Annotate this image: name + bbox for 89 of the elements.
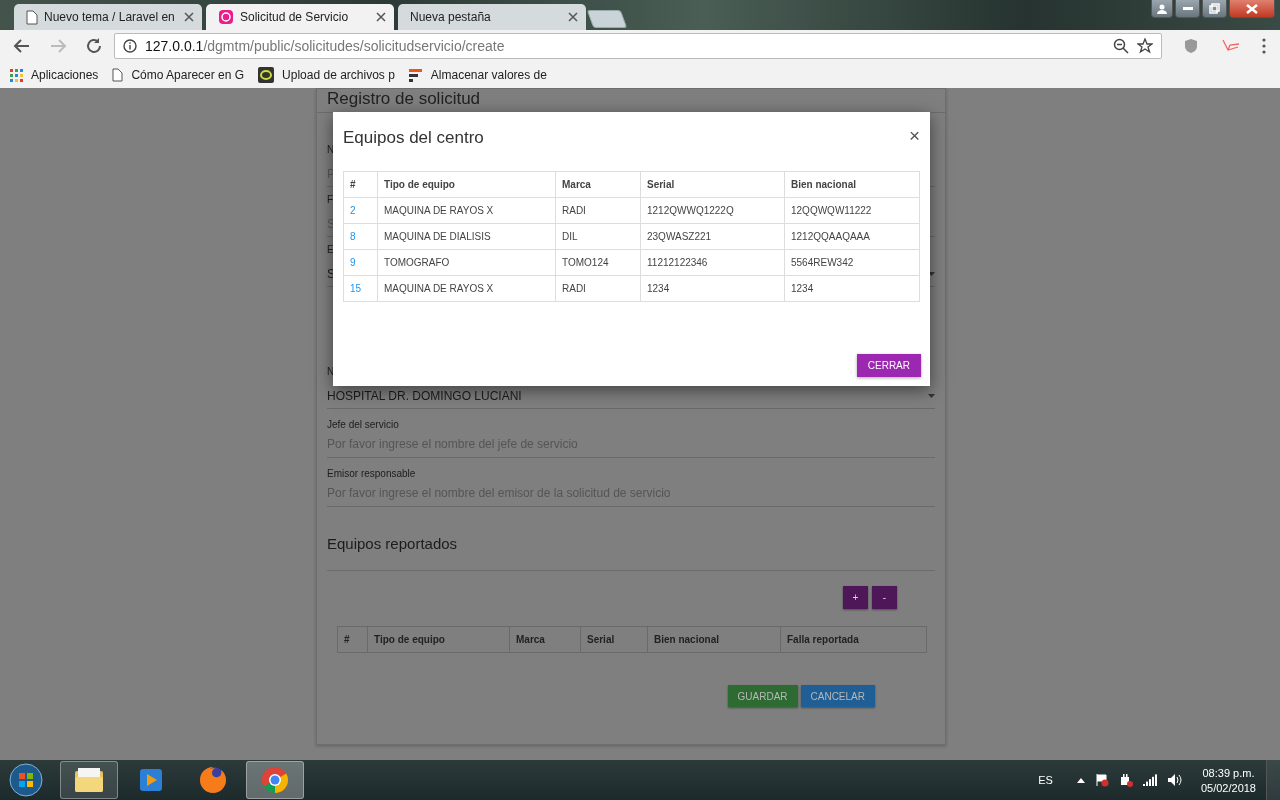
page-icon [26, 9, 38, 25]
start-button[interactable] [6, 761, 46, 799]
form-title: Registro de solicitud [327, 89, 481, 109]
column-header: Tipo de equipo [377, 171, 556, 198]
address-bar[interactable]: 127.0.0.1/dgmtm/public/solicitudes/solicitudservicio/create [114, 33, 1162, 59]
signal-icon[interactable] [1142, 774, 1157, 786]
field-label: N [327, 143, 335, 155]
taskbar-app[interactable] [60, 761, 118, 799]
field-label: Emisor responsable [327, 468, 417, 479]
bookmark-link[interactable]: Upload de archivos p [258, 67, 395, 83]
table-cell: 12QQWQW11222 [784, 197, 920, 224]
add-row-button[interactable]: + [843, 586, 868, 609]
volume-icon[interactable] [1166, 773, 1183, 787]
caret-icon [928, 271, 935, 276]
column-header: # [337, 626, 368, 653]
firefox-icon [198, 765, 228, 795]
close-icon [1246, 3, 1258, 14]
table-cell: DIL [555, 223, 641, 250]
clock-date[interactable]: 05/02/2018 [1200, 781, 1256, 794]
table-cell: MAQUINA DE RAYOS X [377, 275, 556, 302]
modal-title: Equipos del centro [343, 128, 484, 148]
table-cell: 1212QWWQ1222Q [640, 197, 785, 224]
column-header: Serial [640, 171, 785, 198]
close-modal-button[interactable]: CERRAR [856, 354, 921, 377]
table-cell: 23QWASZ221 [640, 223, 785, 250]
folder-icon [74, 767, 104, 793]
table-cell: 1234 [640, 275, 785, 302]
table-cell: 1234 [784, 275, 920, 302]
table-cell: TOMO124 [555, 249, 641, 276]
clock-time[interactable]: 08:39 p.m. [1202, 766, 1255, 779]
user-icon [1157, 3, 1167, 14]
disc-icon [258, 67, 275, 83]
page-icon [112, 68, 124, 82]
star-icon[interactable] [1137, 38, 1153, 54]
close-icon[interactable] [184, 12, 194, 22]
field-label: Jefe del servicio [327, 419, 400, 430]
close-icon[interactable] [376, 12, 386, 22]
menu-icon[interactable] [1262, 38, 1266, 54]
select-value[interactable]: HOSPITAL DR. DOMINGO LUCIANI [327, 388, 522, 403]
table-cell: 1212QQAAQAAA [784, 223, 920, 250]
logo-icon [218, 9, 234, 25]
browser-tab[interactable]: Nuevo tema / Laravel en [14, 4, 202, 30]
column-header: Bien nacional [784, 171, 920, 198]
minimize-button[interactable] [1175, 0, 1200, 18]
column-header: Marca [509, 626, 581, 653]
column-header: Bien nacional [647, 626, 781, 653]
flag-icon [408, 68, 423, 82]
table-cell: MAQUINA DE RAYOS X [377, 197, 556, 224]
minimize-icon [1182, 6, 1193, 11]
table-cell: MAQUINA DE DIALISIS [377, 223, 556, 250]
media-player-icon [138, 767, 164, 793]
language-indicator[interactable]: ES [1038, 774, 1053, 786]
power-icon[interactable] [1118, 773, 1133, 787]
table-cell: 5564REW342 [784, 249, 920, 276]
bookmark-link[interactable]: Aplicaciones [10, 68, 99, 82]
table-cell: 11212122346 [640, 249, 785, 276]
browser-tab[interactable]: Solicitud de Servicio [206, 4, 394, 30]
table-cell: RADI [555, 197, 641, 224]
caret-icon [928, 393, 935, 398]
up-arrow-icon[interactable] [1076, 777, 1085, 783]
bookmark-link[interactable]: Cómo Aparecer en G [112, 68, 245, 82]
user-button[interactable] [1151, 0, 1173, 18]
close-window-button[interactable] [1229, 0, 1275, 18]
column-header: Serial [580, 626, 648, 653]
new-tab-button[interactable] [586, 10, 628, 28]
restore-icon [1209, 3, 1220, 14]
table-cell: TOMOGRAFO [377, 249, 556, 276]
field-label: N [327, 365, 335, 377]
flag-icon[interactable] [1094, 773, 1109, 787]
url-text: 127.0.0.1/dgmtm/public/solicitudes/solicitudservicio/create [145, 38, 506, 54]
info-icon [123, 39, 137, 53]
zoom-out-icon[interactable] [1113, 38, 1129, 54]
remove-row-button[interactable]: - [872, 586, 897, 609]
close-icon[interactable] [568, 12, 578, 22]
field-label: F [327, 193, 334, 205]
bookmark-link[interactable]: Almacenar valores de [408, 68, 547, 82]
field-label: E [327, 243, 334, 255]
apps-grid-icon [10, 68, 23, 82]
close-button[interactable]: × [908, 126, 920, 145]
restore-button[interactable] [1202, 0, 1227, 18]
column-header: # [343, 171, 378, 198]
chrome-icon [260, 765, 290, 795]
column-header: Falla reportada [780, 626, 927, 653]
shield-icon[interactable] [1184, 38, 1198, 54]
browser-tab[interactable]: Nueva pestaña [398, 4, 586, 30]
column-header: Marca [555, 171, 641, 198]
section-heading: Equipos reportados [327, 535, 458, 552]
column-header: Tipo de equipo [367, 626, 510, 653]
table-cell: RADI [555, 275, 641, 302]
